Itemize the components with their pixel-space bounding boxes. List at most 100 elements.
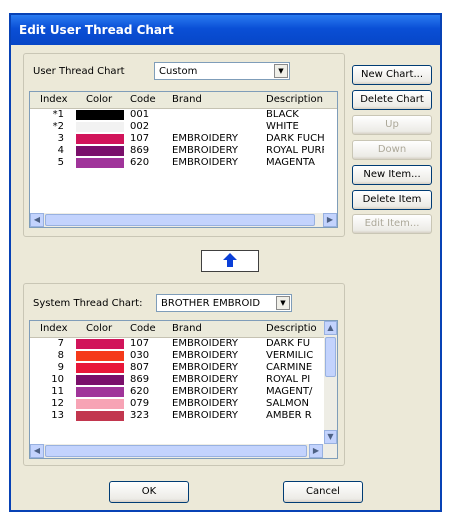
cell-description: MAGENTA (266, 157, 316, 168)
cell-description: ROYAL PURP (266, 145, 324, 156)
table-row[interactable]: 11 620 EMBROIDERY MAGENT/ (30, 386, 324, 398)
cell-brand: EMBROIDERY (172, 338, 239, 349)
table-row[interactable]: 5 620 EMBROIDERY MAGENTA (30, 157, 324, 169)
window-title: Edit User Thread Chart (19, 23, 174, 37)
cell-index: 4 (57, 145, 64, 156)
chevron-down-icon[interactable]: ▼ (274, 64, 288, 78)
cell-brand: EMBROIDERY (172, 145, 239, 156)
cell-index: 5 (57, 157, 64, 168)
up-arrow-icon (223, 253, 237, 267)
table-header: Index Color Code Brand Descriptio (30, 321, 324, 338)
cell-code: 079 (130, 398, 150, 409)
system-thread-table: Index Color Code Brand Descriptio 7 107 EM… (29, 320, 338, 459)
cell-index: *2 (52, 121, 64, 132)
cell-index: 3 (57, 133, 64, 144)
cell-code: 620 (130, 386, 150, 397)
column-header-description[interactable]: Descriptio (266, 323, 317, 334)
system-chart-label: System Thread Chart: (33, 298, 143, 309)
thread-color-swatch (76, 363, 124, 373)
cell-brand: EMBROIDERY (172, 386, 239, 397)
up-button[interactable]: Up (352, 115, 432, 135)
table-row[interactable]: *2 002 WHITE (30, 121, 324, 133)
column-header-color[interactable]: Color (86, 94, 112, 105)
cell-description: VERMILIC (266, 350, 314, 361)
system-chart-selected: BROTHER EMBROID (161, 298, 261, 309)
cell-index: 12 (51, 398, 64, 409)
new-item-button[interactable]: New Item... (352, 165, 432, 185)
cell-description: ROYAL PI (266, 374, 311, 385)
transfer-up-button[interactable] (201, 250, 259, 272)
edit-user-thread-chart-dialog: Edit User Thread Chart User Thread Chart… (9, 13, 442, 512)
delete-chart-button[interactable]: Delete Chart (352, 90, 432, 110)
system-table-hscrollbar[interactable]: ◀ ▶ (30, 444, 337, 458)
cell-code: 869 (130, 145, 150, 156)
table-row[interactable]: 13 323 EMBROIDERY AMBER R (30, 410, 324, 422)
column-header-code[interactable]: Code (130, 94, 156, 105)
scroll-right-icon[interactable]: ▶ (309, 444, 323, 458)
cell-code: 030 (130, 350, 150, 361)
scroll-up-icon[interactable]: ▲ (324, 321, 337, 335)
thread-color-swatch (76, 110, 124, 120)
scroll-down-icon[interactable]: ▼ (324, 430, 337, 444)
chevron-down-icon[interactable]: ▼ (276, 296, 290, 310)
table-row[interactable]: 7 107 EMBROIDERY DARK FU (30, 338, 324, 350)
cell-code: 107 (130, 338, 150, 349)
scroll-right-icon[interactable]: ▶ (323, 213, 337, 227)
edit-item-button[interactable]: Edit Item... (352, 214, 432, 234)
thread-color-swatch (76, 351, 124, 361)
cancel-button[interactable]: Cancel (283, 481, 363, 503)
cell-code: 001 (130, 109, 150, 120)
scroll-thumb[interactable] (45, 445, 307, 457)
user-chart-select[interactable]: Custom ▼ (154, 62, 290, 80)
thread-color-swatch (76, 411, 124, 421)
cell-index: 11 (51, 386, 64, 397)
thread-color-swatch (76, 134, 124, 144)
scroll-thumb[interactable] (45, 214, 315, 226)
thread-color-swatch (76, 158, 124, 168)
cell-brand: EMBROIDERY (172, 133, 239, 144)
cell-index: 13 (51, 410, 64, 421)
cell-code: 107 (130, 133, 150, 144)
cell-index: 10 (51, 374, 64, 385)
new-chart-button[interactable]: New Chart... (352, 65, 432, 85)
cell-brand: EMBROIDERY (172, 374, 239, 385)
down-button[interactable]: Down (352, 140, 432, 160)
table-row[interactable]: 10 869 EMBROIDERY ROYAL PI (30, 374, 324, 386)
table-row[interactable]: 4 869 EMBROIDERY ROYAL PURP (30, 145, 324, 157)
system-table-vscrollbar[interactable]: ▲ ▼ (324, 321, 337, 444)
column-header-code[interactable]: Code (130, 323, 156, 334)
cell-code: 620 (130, 157, 150, 168)
cell-brand: EMBROIDERY (172, 410, 239, 421)
column-header-color[interactable]: Color (86, 323, 112, 334)
column-header-brand[interactable]: Brand (172, 94, 202, 105)
cell-index: 9 (57, 362, 64, 373)
cell-description: DARK FU (266, 338, 311, 349)
cell-description: SALMON (266, 398, 309, 409)
column-header-index[interactable]: Index (40, 94, 68, 105)
cell-index: 7 (57, 338, 64, 349)
user-thread-table: Index Color Code Brand Description *1 001… (29, 91, 338, 228)
cell-description: DARK FUCHS (266, 133, 324, 144)
scroll-thumb[interactable] (325, 337, 336, 377)
user-table-hscrollbar[interactable]: ◀ ▶ (30, 213, 337, 227)
cell-code: 323 (130, 410, 150, 421)
ok-button[interactable]: OK (109, 481, 189, 503)
system-chart-select[interactable]: BROTHER EMBROID ▼ (156, 294, 292, 312)
cell-brand: EMBROIDERY (172, 157, 239, 168)
scroll-left-icon[interactable]: ◀ (30, 444, 44, 458)
column-header-index[interactable]: Index (40, 323, 68, 334)
table-row[interactable]: 12 079 EMBROIDERY SALMON (30, 398, 324, 410)
thread-color-swatch (76, 146, 124, 156)
table-row[interactable]: 9 807 EMBROIDERY CARMINE (30, 362, 324, 374)
table-row[interactable]: 8 030 EMBROIDERY VERMILIC (30, 350, 324, 362)
cell-brand: EMBROIDERY (172, 362, 239, 373)
scroll-left-icon[interactable]: ◀ (30, 213, 44, 227)
table-row[interactable]: *1 001 BLACK (30, 109, 324, 121)
column-header-brand[interactable]: Brand (172, 323, 202, 334)
thread-color-swatch (76, 387, 124, 397)
delete-item-button[interactable]: Delete Item (352, 190, 432, 210)
table-row[interactable]: 3 107 EMBROIDERY DARK FUCHS (30, 133, 324, 145)
cell-brand: EMBROIDERY (172, 398, 239, 409)
thread-color-swatch (76, 339, 124, 349)
column-header-description[interactable]: Description (266, 94, 323, 105)
